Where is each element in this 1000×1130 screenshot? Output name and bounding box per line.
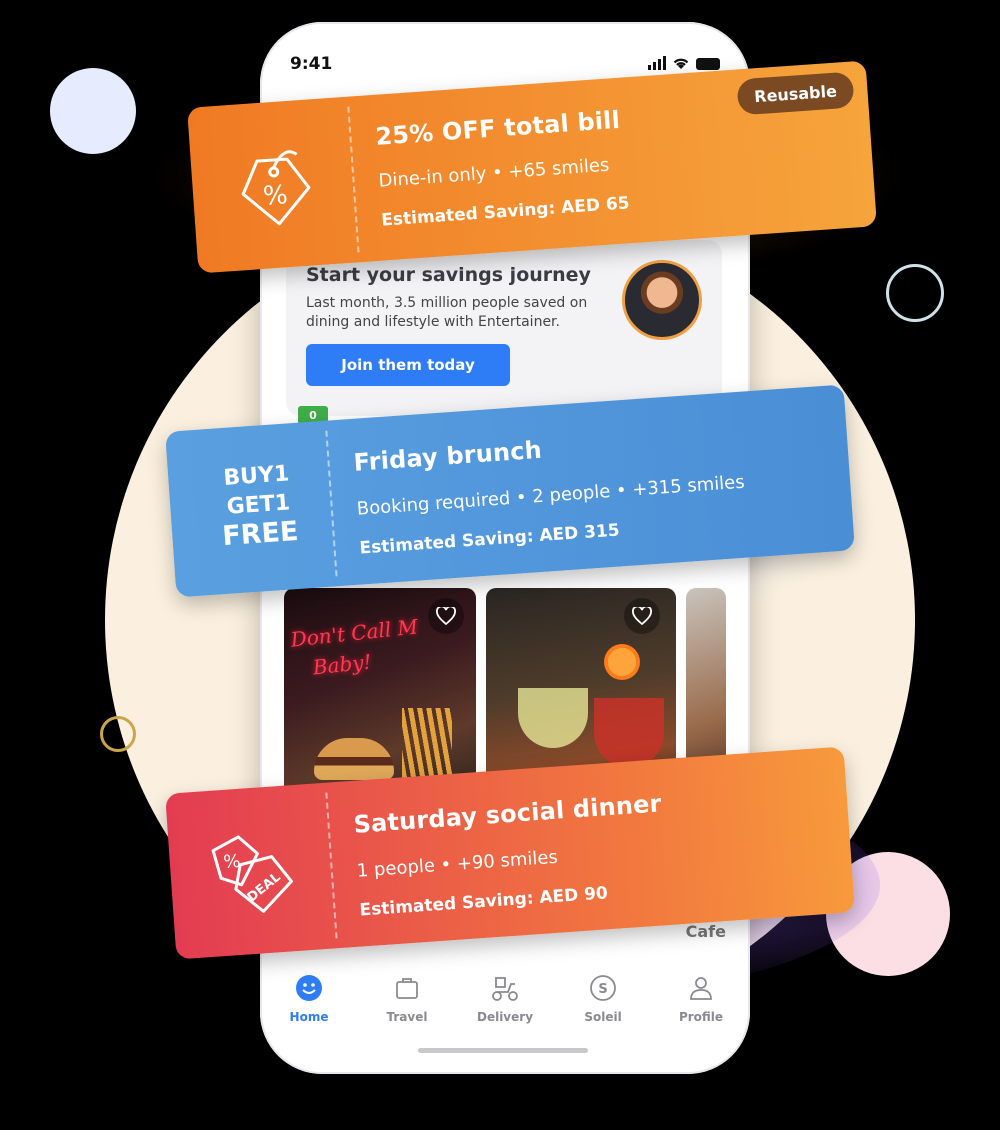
person-icon <box>690 977 712 1000</box>
tab-label: Profile <box>678 1010 724 1024</box>
ticket-title: 25% OFF total bill <box>374 105 621 151</box>
burger-image <box>314 738 394 780</box>
svg-text:S: S <box>598 982 607 997</box>
ticket-title: Friday brunch <box>352 435 543 477</box>
percent-tag-icon: % <box>241 150 311 226</box>
smiley-icon <box>296 975 322 1001</box>
scooter-icon <box>492 977 518 1001</box>
ticket-saving: Estimated Saving: AED 65 <box>380 193 631 231</box>
tab-home[interactable]: Home <box>269 962 349 1042</box>
card-title: Start your savings journey <box>306 264 591 286</box>
cocktail-image <box>518 688 588 748</box>
bottom-tab-bar: Home Travel Delivery S Soleil Profile <box>260 962 750 1042</box>
ticket-details: 1 people • +90 smiles <box>356 846 559 882</box>
cocktail-image-2 <box>594 698 664 768</box>
favorite-heart-icon[interactable] <box>624 598 660 634</box>
bogo-label: BUY1 GET1 FREE <box>195 458 321 553</box>
neon-sign-image: Don't Call M Baby! <box>289 614 420 682</box>
tab-profile[interactable]: Profile <box>661 962 741 1042</box>
favorite-heart-icon[interactable] <box>428 598 464 634</box>
card-text: Last month, 3.5 million people saved on … <box>306 295 588 330</box>
ticket-title: Saturday social dinner <box>352 789 663 839</box>
ticket-details: Dine-in only • +65 smiles <box>377 154 610 192</box>
ticket-divider <box>347 106 360 253</box>
decor-gold-ring <box>100 716 136 752</box>
svg-text:DEAL: DEAL <box>245 870 284 906</box>
orange-slice-image <box>604 644 640 680</box>
tab-label: Soleil <box>584 1010 622 1024</box>
tab-label: Travel <box>386 1010 428 1024</box>
savings-journey-card: Start your savings journey Last month, 3… <box>286 240 722 416</box>
wifi-icon <box>673 58 689 69</box>
svg-text:%: % <box>262 180 289 212</box>
battery-icon <box>696 58 720 70</box>
decor-blue-ring <box>886 264 944 322</box>
status-time: 9:41 <box>290 54 333 74</box>
ticket-saving: Estimated Saving: AED 90 <box>358 883 609 921</box>
soleil-icon: S <box>590 975 616 1001</box>
tab-travel[interactable]: Travel <box>367 962 447 1042</box>
tab-label: Home <box>289 1010 329 1024</box>
partial-venue-label: Cafe <box>685 922 726 941</box>
avatar <box>622 260 702 340</box>
join-them-today-button[interactable]: Join them today <box>306 344 510 386</box>
fries-image <box>402 708 452 778</box>
ticket-divider <box>325 792 338 939</box>
deal-tag-icon: % DEAL <box>211 835 293 913</box>
ticket-saving: Estimated Saving: AED 315 <box>358 520 621 559</box>
home-indicator[interactable] <box>418 1048 588 1053</box>
tab-label: Delivery <box>476 1010 534 1024</box>
tab-delivery[interactable]: Delivery <box>465 962 545 1042</box>
signal-icon <box>648 56 666 70</box>
status-icons <box>648 56 720 70</box>
ticket-divider <box>325 430 338 577</box>
reusable-badge: Reusable <box>736 71 855 116</box>
decor-blue-dot <box>50 68 136 154</box>
tab-soleil[interactable]: S Soleil <box>563 962 643 1042</box>
suitcase-icon <box>396 978 418 999</box>
ticket-details: Booking required • 2 people • +315 smile… <box>356 471 746 520</box>
